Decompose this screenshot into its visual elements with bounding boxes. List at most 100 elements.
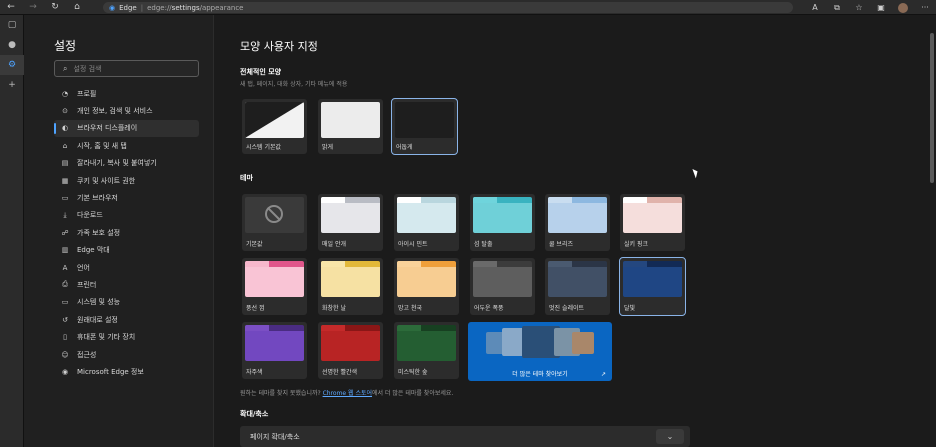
theme-label: 매일 안개 [322, 241, 346, 248]
theme-option[interactable]: 자주색 [242, 322, 307, 379]
cookie-icon: ▦ [61, 176, 69, 185]
overall-appearance-option[interactable]: 시스템 기본값 [242, 99, 307, 154]
printer-icon: ⎙ [62, 280, 68, 289]
edge-icon: ◉ [61, 367, 69, 376]
theme-option[interactable]: 섬 탈출 [470, 194, 535, 251]
theme-label: 아이시 민트 [398, 241, 428, 248]
more-icon[interactable]: ··· [914, 0, 936, 15]
theme-option[interactable]: 화창한 날 [318, 258, 383, 315]
theme-option[interactable]: 달빛 [619, 257, 686, 316]
theme-label: 달빛 [624, 305, 636, 312]
overall-appearance-label: 어둡게 [396, 144, 413, 151]
more-themes-button[interactable]: 더 많은 테마 찾아보기 ↗ [468, 322, 612, 381]
favorites-icon[interactable]: ☆ [848, 0, 870, 15]
theme-preview [321, 325, 380, 361]
settings-search-input[interactable]: ⌕ 설정 검색 [54, 60, 199, 77]
settings-tab-icon[interactable]: ⚙ [0, 55, 24, 75]
theme-option[interactable]: 쿨 브리즈 [545, 194, 610, 251]
theme-label: 자주색 [246, 369, 263, 376]
theme-option[interactable]: 선명한 빨간색 [318, 322, 383, 379]
scrollbar[interactable] [928, 15, 936, 447]
sidebar-item[interactable]: ◐ 브라우저 디스플레이 [54, 119, 199, 138]
new-tab-icon[interactable]: + [0, 75, 24, 95]
theme-preview-body [321, 331, 380, 361]
sidebar-item[interactable]: ◔ 프로필 [54, 85, 199, 102]
sidebar-item-label: 다운로드 [77, 211, 103, 220]
more-themes-label: 더 많은 테마 찾아보기 [512, 371, 568, 378]
overall-appearance-preview [395, 102, 454, 138]
sidebar-item[interactable]: ↺ 원래대로 설정 [54, 311, 199, 328]
sidebar-item-label: 시스템 및 성능 [77, 298, 121, 307]
theme-label: 화창한 날 [322, 305, 346, 312]
theme-preview-body [397, 267, 456, 297]
zoom-dropdown[interactable]: ⌄ [656, 429, 684, 444]
theme-preview [321, 261, 380, 297]
no-theme-icon [265, 205, 283, 223]
sidebar-item[interactable]: ▭ 기본 브라우저 [54, 189, 199, 206]
overall-appearance-title: 전체적인 모양 [240, 68, 282, 76]
sidebar-item[interactable]: ▥ Edge 막대 [54, 242, 199, 259]
avatar[interactable] [892, 0, 914, 15]
sidebar-item[interactable]: A 언어 [54, 259, 199, 276]
theme-preview-body [548, 203, 607, 233]
sidebar-item[interactable]: ☍ 가족 보호 설정 [54, 224, 199, 241]
theme-option[interactable]: 매일 안개 [318, 194, 383, 251]
sidebar-item[interactable]: ⤓ 다운로드 [54, 207, 199, 224]
zoom-title: 확대/축소 [240, 410, 269, 418]
theme-label: 기본값 [246, 241, 263, 248]
theme-label: 망고 천국 [398, 305, 422, 312]
extensions-icon[interactable]: ⧉ [826, 0, 848, 15]
read-aloud-icon[interactable]: A [804, 0, 826, 15]
theme-option[interactable]: 풍선 껌 [242, 258, 307, 315]
theme-option[interactable]: 어두운 폭풍 [470, 258, 535, 315]
sidebar-item[interactable]: ⌂ 시작, 홈 및 새 탭 [54, 137, 199, 154]
overall-appearance-option[interactable]: 어둡게 [391, 98, 458, 155]
sidebar-item[interactable]: ☺ 접근성 [54, 346, 199, 363]
sidebar-item[interactable]: ▦ 쿠키 및 사이트 권한 [54, 172, 199, 189]
theme-option[interactable]: 멋진 슬레이트 [545, 258, 610, 315]
toolbar-right: A ⧉ ☆ ▣ ··· [804, 0, 936, 15]
address-bar[interactable]: ◉ Edge | edge://settings/appearance [103, 2, 793, 13]
sidebar-item[interactable]: ▭ 시스템 및 성능 [54, 294, 199, 311]
theme-preview-body [473, 267, 532, 297]
theme-preview-body [548, 267, 607, 297]
theme-option[interactable]: 실키 핑크 [620, 194, 685, 251]
theme-preview-thumb-5 [572, 332, 594, 354]
theme-preview-body [623, 203, 682, 233]
overall-appearance-subtitle: 새 탭, 페이지, 대화 상자, 기타 메뉴에 적용 [240, 81, 348, 88]
sidebar-item[interactable]: ⊙ 개인 정보, 검색 및 서비스 [54, 102, 199, 119]
theme-option[interactable]: 망고 천국 [394, 258, 459, 315]
refresh-icon[interactable]: ↻ [44, 0, 66, 15]
theme-option[interactable]: 아이시 민트 [394, 194, 459, 251]
tab-actions-icon[interactable]: ▢ [0, 15, 24, 35]
sidebar-item[interactable]: ◉ Microsoft Edge 정보 [54, 363, 199, 380]
theme-preview-body [397, 203, 456, 233]
theme-option[interactable]: 미스틱한 숲 [394, 322, 459, 379]
home-icon[interactable]: ⌂ [66, 0, 88, 15]
theme-preview [623, 197, 682, 233]
overall-appearance-label: 시스템 기본값 [246, 144, 282, 151]
sidebar-list: ◔ 프로필 ⊙ 개인 정보, 검색 및 서비스 ◐ 브라우저 디스플레이 ⌂ 시작, 홈 및 … [54, 85, 199, 381]
theme-option[interactable]: 기본값 [242, 194, 307, 251]
sidebar-item[interactable]: ▯ 휴대폰 및 기타 장치 [54, 328, 199, 345]
page-zoom-row: 페이지 확대/축소 ⌄ [240, 426, 690, 447]
sidebar-item-label: 잘라내기, 복사 및 붙여넣기 [77, 159, 157, 168]
edge-tab-icon[interactable]: ● [0, 35, 24, 55]
theme-preview [397, 261, 456, 297]
sidebar-item-label: 기본 브라우저 [77, 194, 118, 203]
theme-title: 테마 [240, 174, 253, 182]
forward-icon[interactable]: → [22, 0, 44, 15]
chrome-web-store-link[interactable]: Chrome 웹 스토어 [323, 390, 372, 397]
theme-preview [245, 197, 304, 233]
sidebar-item[interactable]: ⎙ 프린터 [54, 276, 199, 293]
back-icon[interactable]: ← [0, 0, 22, 15]
collections-icon[interactable]: ▣ [870, 0, 892, 15]
sidebar-item[interactable]: ▤ 잘라내기, 복사 및 붙여넣기 [54, 155, 199, 172]
overall-appearance-option[interactable]: 밝게 [318, 99, 383, 154]
scrollbar-thumb[interactable] [930, 33, 934, 183]
theme-preview-body [245, 331, 304, 361]
theme-preview [623, 261, 682, 297]
clipboard-icon: ▤ [61, 159, 69, 168]
person-icon: ◔ [61, 89, 69, 98]
theme-preview [548, 197, 607, 233]
